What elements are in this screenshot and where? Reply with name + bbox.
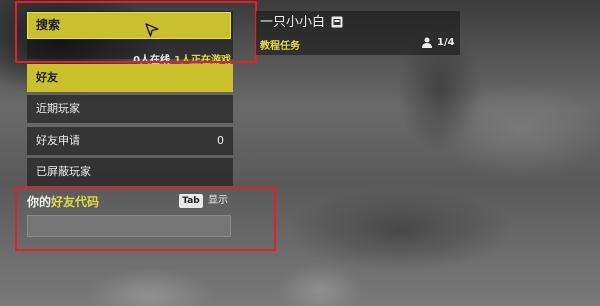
menu-item-label: 好友	[36, 71, 58, 84]
annotation-box-friend-code	[15, 187, 276, 251]
profile-card-icon[interactable]	[331, 16, 343, 28]
friend-request-count: 0	[217, 134, 224, 147]
menu-item-recent-players[interactable]: 近期玩家	[27, 95, 233, 123]
tutorial-task-label: 教程任务	[260, 41, 300, 52]
menu-item-friends[interactable]: 好友	[27, 64, 233, 92]
menu-item-blocked-players[interactable]: 已屏蔽玩家	[27, 158, 233, 186]
players-icon	[422, 37, 432, 48]
menu-item-label: 已屏蔽玩家	[36, 165, 91, 178]
menu-item-label: 好友申请	[36, 134, 80, 147]
menu-item-friend-requests[interactable]: 好友申请 0	[27, 127, 233, 155]
players-count: 1/4	[437, 37, 455, 48]
menu-item-label: 近期玩家	[36, 102, 80, 115]
annotation-box-search	[15, 1, 257, 63]
player-name: 一只小小白	[260, 15, 326, 30]
